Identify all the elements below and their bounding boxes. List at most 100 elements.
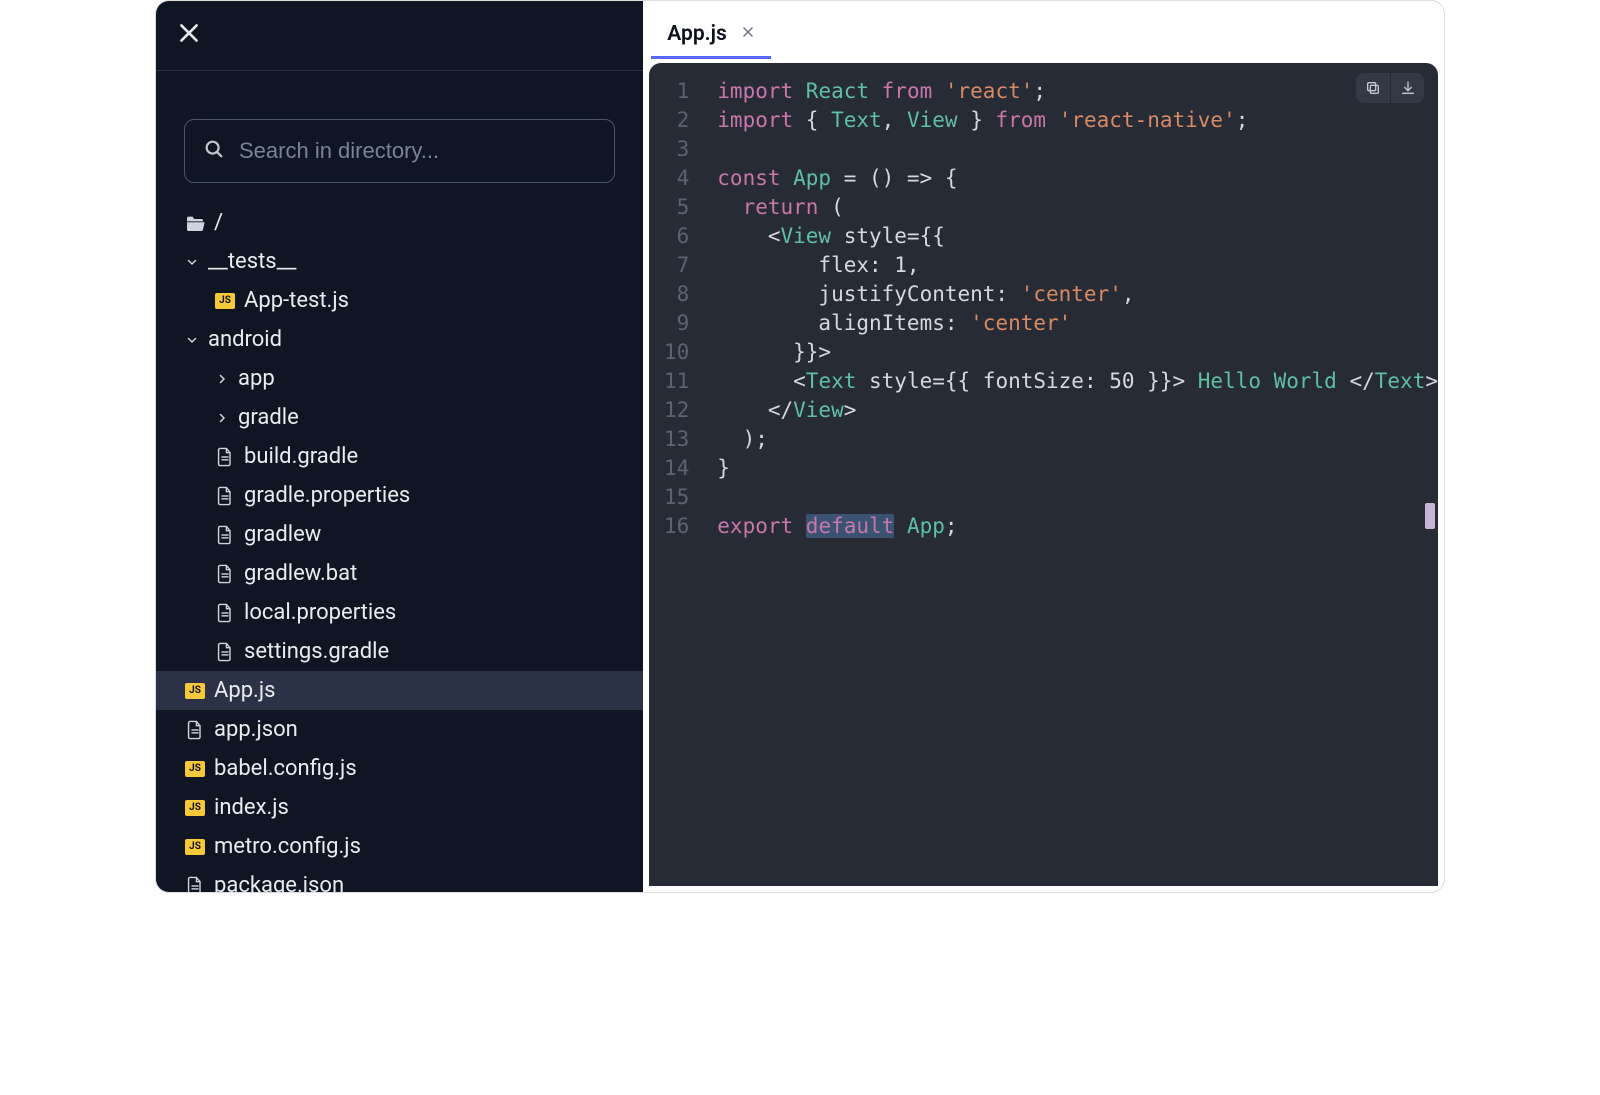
- code-toolbar: [1356, 73, 1424, 103]
- tree-item-babel[interactable]: JS babel.config.js: [156, 749, 643, 788]
- code-line: </View>: [703, 396, 1438, 425]
- chevron-down-icon: [184, 334, 200, 346]
- search-container: [156, 71, 643, 195]
- file-tree: / __tests__JSApp-test.jsandroidappgradle…: [156, 195, 643, 892]
- tree-item-appjs[interactable]: JS App.js: [156, 671, 643, 710]
- line-number: 7: [649, 251, 703, 280]
- line-number: 9: [649, 309, 703, 338]
- line-number: 2: [649, 106, 703, 135]
- tree-item-label: settings.gradle: [244, 639, 389, 664]
- code-line: return (: [703, 193, 1438, 222]
- line-number: 3: [649, 135, 703, 164]
- line-number: 5: [649, 193, 703, 222]
- file-icon: [184, 720, 206, 740]
- chevron-right-icon: [214, 412, 230, 424]
- line-number: 12: [649, 396, 703, 425]
- line-number: 1: [649, 77, 703, 106]
- tab-app-js[interactable]: App.js: [651, 12, 771, 59]
- js-file-icon: JS: [184, 761, 206, 777]
- copy-button[interactable]: [1356, 73, 1390, 103]
- tree-item-metro[interactable]: JS metro.config.js: [156, 827, 643, 866]
- tree-item-label: gradle.properties: [244, 483, 410, 508]
- tree-item-label: build.gradle: [244, 444, 358, 469]
- folder-open-icon: [184, 215, 206, 231]
- line-number: 11: [649, 367, 703, 396]
- tree-item-android[interactable]: android: [156, 320, 643, 359]
- tree-item-tests[interactable]: __tests__: [156, 242, 643, 281]
- file-icon: [214, 486, 236, 506]
- tree-item-appjson[interactable]: app.json: [156, 710, 643, 749]
- tree-item-label: App-test.js: [244, 288, 349, 313]
- code-line: }}>: [703, 338, 1438, 367]
- tree-item-apptest[interactable]: JSApp-test.js: [156, 281, 643, 320]
- code-line: [703, 483, 1438, 512]
- js-file-icon: JS: [184, 683, 206, 699]
- code-line: [703, 135, 1438, 164]
- code-line: const App = () => {: [703, 164, 1438, 193]
- file-icon: [214, 447, 236, 467]
- tree-item-localprops[interactable]: local.properties: [156, 593, 643, 632]
- search-box[interactable]: [184, 119, 615, 183]
- code-editor: App.js 1import React from 'react';2impor…: [643, 1, 1444, 892]
- js-file-icon: JS: [184, 839, 206, 855]
- code-line: <View style={{: [703, 222, 1438, 251]
- line-number: 8: [649, 280, 703, 309]
- tree-item-app[interactable]: app: [156, 359, 643, 398]
- search-icon: [203, 138, 225, 164]
- file-icon: [214, 642, 236, 662]
- code-area[interactable]: 1import React from 'react';2import { Tex…: [649, 63, 1438, 886]
- code-line: }: [703, 454, 1438, 483]
- code-line: export default App;: [703, 512, 1438, 541]
- tree-item-gradle[interactable]: gradle: [156, 398, 643, 437]
- file-icon: [214, 603, 236, 623]
- tree-item-label: metro.config.js: [214, 834, 361, 859]
- line-number: 13: [649, 425, 703, 454]
- line-number: 10: [649, 338, 703, 367]
- file-explorer-sidebar: / __tests__JSApp-test.jsandroidappgradle…: [156, 1, 643, 892]
- code-line: import { Text, View } from 'react-native…: [703, 106, 1438, 135]
- tree-item-label: gradlew.bat: [244, 561, 357, 586]
- close-icon[interactable]: [176, 20, 202, 52]
- tree-item-indexjs[interactable]: JSindex.js: [156, 788, 643, 827]
- tree-item-label: App.js: [214, 678, 275, 703]
- code-line: );: [703, 425, 1438, 454]
- root-label: /: [214, 210, 223, 235]
- tree-item-buildgradle[interactable]: build.gradle: [156, 437, 643, 476]
- sidebar-top-bar: [156, 1, 643, 71]
- tree-item-label: android: [208, 327, 282, 352]
- tab-label: App.js: [667, 22, 727, 46]
- line-number: 15: [649, 483, 703, 512]
- scrollbar-marker[interactable]: [1425, 503, 1435, 529]
- code-line: alignItems: 'center': [703, 309, 1438, 338]
- download-button[interactable]: [1390, 73, 1424, 103]
- line-number: 4: [649, 164, 703, 193]
- tree-item-label: app.json: [214, 717, 298, 742]
- tree-item-settingsgradle[interactable]: settings.gradle: [156, 632, 643, 671]
- close-tab-icon[interactable]: [741, 24, 755, 44]
- line-number: 14: [649, 454, 703, 483]
- editor-tab-bar: App.js: [643, 1, 1444, 59]
- tree-item-label: babel.config.js: [214, 756, 357, 781]
- tree-item-gradleprops[interactable]: gradle.properties: [156, 476, 643, 515]
- line-number: 6: [649, 222, 703, 251]
- file-icon: [214, 525, 236, 545]
- file-icon: [214, 564, 236, 584]
- chevron-right-icon: [214, 373, 230, 385]
- code-line: import React from 'react';: [703, 77, 1438, 106]
- tree-item-gradlew[interactable]: gradlew: [156, 515, 643, 554]
- search-input[interactable]: [239, 138, 596, 164]
- code-line: justifyContent: 'center',: [703, 280, 1438, 309]
- tree-item-label: gradle: [238, 405, 299, 430]
- file-icon: [184, 876, 206, 893]
- tree-item-package[interactable]: package.json: [156, 866, 643, 892]
- line-number: 16: [649, 512, 703, 541]
- root-folder[interactable]: /: [156, 203, 643, 242]
- tree-item-label: gradlew: [244, 522, 321, 547]
- tree-item-gradlewbat[interactable]: gradlew.bat: [156, 554, 643, 593]
- tree-item-label: local.properties: [244, 600, 396, 625]
- tree-item-label: app: [238, 366, 275, 391]
- js-file-icon: JS: [184, 800, 206, 816]
- code-line: <Text style={{ fontSize: 50 }}> Hello Wo…: [703, 367, 1438, 396]
- code-line: flex: 1,: [703, 251, 1438, 280]
- code-content: 1import React from 'react';2import { Tex…: [649, 63, 1438, 541]
